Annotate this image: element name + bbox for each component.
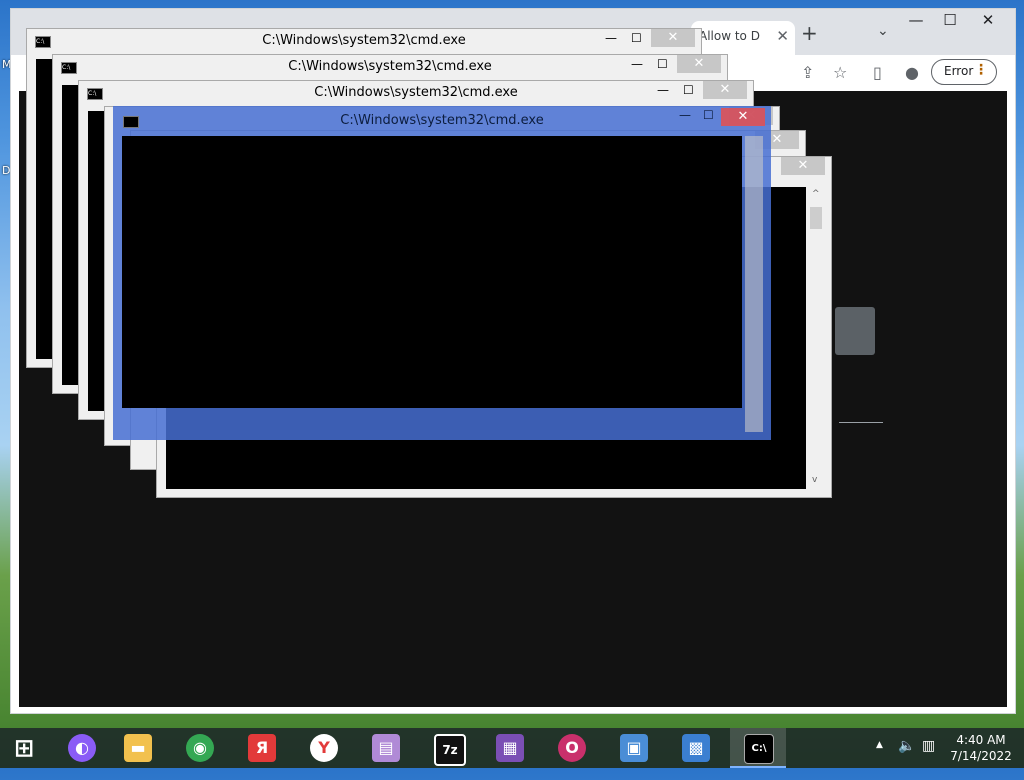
new-tab-button[interactable]: + <box>801 21 818 45</box>
console-area[interactable] <box>122 136 742 408</box>
taskbar-app-yandex[interactable]: Y <box>296 728 352 768</box>
scroll-up-arrow[interactable]: ^ <box>812 189 820 199</box>
close-button[interactable]: ✕ <box>721 108 765 126</box>
system-clock[interactable]: 4:40 AM 7/14/2022 <box>944 732 1018 764</box>
tab-search-icon[interactable]: ⌄ <box>877 23 889 39</box>
dragging-cmd-window[interactable]: C:\Windows\system32\cmd.exe — ☐ ✕ <box>113 106 771 440</box>
dotnet-icon: ▦ <box>496 734 524 762</box>
taskbar-app-chrome[interactable]: ◉ <box>172 728 228 768</box>
cmd-title: C:\Windows\system32\cmd.exe <box>314 85 518 100</box>
taskbar-app-file-explorer[interactable]: ▬ <box>110 728 166 768</box>
share-icon[interactable]: ⇪ <box>801 63 814 82</box>
bookmark-star-icon[interactable]: ☆ <box>833 63 847 82</box>
start-button[interactable]: ⊞ <box>0 728 50 768</box>
yandex-browser-icon: Я <box>248 734 276 762</box>
menu-dots-icon: ⋮ <box>974 62 988 78</box>
taskbar-app-dotnet[interactable]: ▦ <box>482 728 538 768</box>
tab-title: Allow to D <box>699 29 760 43</box>
error-button[interactable]: Error ⋮ <box>931 59 997 85</box>
side-panel-icon[interactable]: ▯ <box>873 63 882 82</box>
opera-icon: O <box>558 734 586 762</box>
taskbar-app-photos[interactable]: ▣ <box>606 728 662 768</box>
maximize-button[interactable]: ☐ <box>935 11 965 29</box>
cmd-title: C:\Windows\system32\cmd.exe <box>340 113 544 128</box>
close-button[interactable]: ✕ <box>781 157 825 175</box>
taskbar-app-cmd[interactable]: C:\ <box>730 728 786 768</box>
maximize-button[interactable]: ☐ <box>631 31 642 45</box>
taskbar-app-yandex-browser[interactable]: Я <box>234 728 290 768</box>
maximize-button[interactable]: ☐ <box>703 108 714 122</box>
minimize-button[interactable]: — <box>631 57 643 71</box>
photos-icon: ▣ <box>620 734 648 762</box>
clock-time: 4:40 AM <box>956 733 1006 747</box>
tray-overflow-icon[interactable]: ▲ <box>876 740 883 780</box>
error-label: Error <box>944 64 974 78</box>
clock-date: 7/14/2022 <box>950 749 1012 763</box>
chrome-icon: ◉ <box>186 734 214 762</box>
minimize-button[interactable]: — <box>901 11 931 29</box>
browser-tab[interactable]: Allow to D ✕ <box>691 21 795 55</box>
taskbar-app-alice[interactable]: ◐ <box>54 728 110 768</box>
windows-logo-icon: ⊞ <box>13 734 35 762</box>
file-explorer-icon: ▬ <box>124 734 152 762</box>
divider <box>839 422 883 423</box>
taskbar: ⊞ ◐ ▬ ◉ Я Y ▤ 7z ▦ O ▣ ▩ C:\ ▲ 🔈 ▥ 4:40 AM 7/14/202… <box>0 728 1024 768</box>
maximize-button[interactable]: ☐ <box>657 57 668 71</box>
close-button[interactable]: ✕ <box>973 11 1003 29</box>
winrar-icon: ▤ <box>372 734 400 762</box>
scrollbar[interactable]: ^ v <box>807 187 825 489</box>
close-button[interactable]: ✕ <box>677 55 721 73</box>
control-panel-icon: ▩ <box>682 734 710 762</box>
minimize-button[interactable]: — <box>679 108 691 122</box>
tab-close-icon[interactable]: ✕ <box>776 27 789 45</box>
yandex-icon: Y <box>310 734 338 762</box>
taskbar-app-winrar[interactable]: ▤ <box>358 728 414 768</box>
minimize-button[interactable]: — <box>605 31 617 45</box>
taskbar-app-control-panel[interactable]: ▩ <box>668 728 724 768</box>
volume-muted-icon[interactable]: 🔈 <box>898 738 915 778</box>
close-button[interactable]: ✕ <box>703 81 747 99</box>
scroll-down-arrow[interactable]: v <box>812 475 817 485</box>
scroll-thumb[interactable] <box>810 207 822 229</box>
alice-icon: ◐ <box>68 734 96 762</box>
cmd-icon: C:\ <box>744 734 774 764</box>
network-icon[interactable]: ▥ <box>922 738 935 778</box>
scrollbar[interactable] <box>745 136 763 432</box>
close-button[interactable]: ✕ <box>651 29 695 47</box>
cmd-title: C:\Windows\system32\cmd.exe <box>262 33 466 48</box>
taskbar-app-opera[interactable]: O <box>544 728 600 768</box>
profile-icon[interactable]: ● <box>905 63 919 82</box>
maximize-button[interactable]: ☐ <box>683 83 694 97</box>
7zip-icon: 7z <box>434 734 466 766</box>
page-button[interactable] <box>835 307 875 355</box>
cmd-title: C:\Windows\system32\cmd.exe <box>288 59 492 74</box>
minimize-button[interactable]: — <box>657 83 669 97</box>
taskbar-app-7zip[interactable]: 7z <box>420 728 476 768</box>
